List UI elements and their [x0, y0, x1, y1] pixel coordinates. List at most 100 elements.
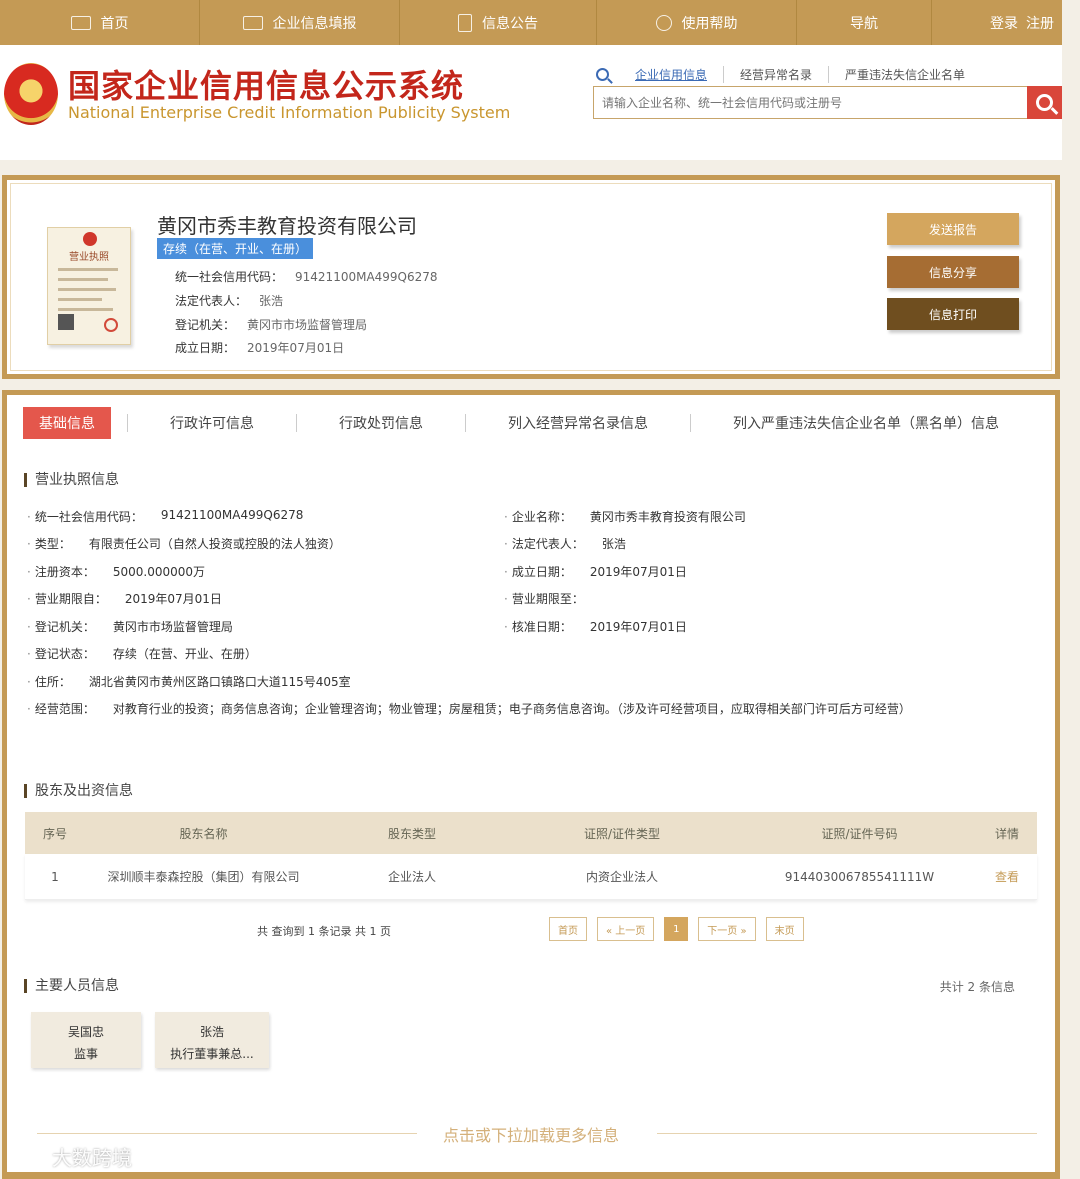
prev-page-button[interactable]: « 上一页	[597, 917, 655, 941]
col-header: 证照/证件类型	[583, 826, 661, 841]
shareholders-section-title: 股东及出资信息	[24, 784, 133, 798]
edit-icon	[242, 15, 263, 30]
cell-no: 1	[51, 869, 59, 884]
tab-admin-license[interactable]: 行政许可信息	[154, 407, 270, 439]
field-label: 成立日期：	[504, 563, 572, 580]
print-info-button[interactable]: 信息打印	[887, 298, 1019, 330]
company-name: 黄冈市秀丰教育投资有限公司	[157, 214, 417, 238]
field-label: 法定代表人：	[504, 535, 584, 552]
cell-id-no: 914403006785541111W	[784, 869, 935, 884]
field-label: 营业期限自：	[27, 590, 107, 607]
tab-basic-info[interactable]: 基础信息	[23, 407, 111, 439]
search-tab-abnormal[interactable]: 经营异常名录	[724, 66, 830, 83]
field-value: 张浩	[601, 537, 626, 551]
field-label: 核准日期：	[504, 618, 572, 635]
tab-admin-penalty[interactable]: 行政处罚信息	[323, 407, 439, 439]
search-input[interactable]	[593, 86, 1027, 119]
shareholders-table: 序号 股东名称 股东类型 证照/证件类型 证照/证件号码 详情 1 深圳顺丰泰森…	[25, 812, 1037, 900]
main-content: 营业执照信息 统一社会信用代码： 91421100MA499Q6278 企业名称：…	[2, 452, 1060, 1179]
field-scope: 经营范围： 对教育行业的投资；商务信息咨询；企业管理咨询；物业管理；房屋租赁；电子…	[27, 700, 911, 717]
nav-notice[interactable]: 信息公告	[400, 0, 597, 45]
search-tab-blacklist[interactable]: 严重违法失信企业名单	[829, 66, 981, 83]
search-tabs: 企业信用信息 经营异常名录 严重违法失信企业名单	[596, 66, 981, 83]
field-label: 类型：	[27, 535, 71, 552]
person-role: 监事	[73, 1047, 98, 1061]
cell-type: 企业法人	[387, 870, 436, 884]
legal-rep-value: 张浩	[259, 294, 284, 308]
field-value: 2019年07月01日	[589, 620, 687, 634]
search-tab-credit[interactable]: 企业信用信息	[619, 66, 725, 83]
person-card[interactable]: 张浩 执行董事兼总...	[155, 1012, 269, 1068]
persons-count: 共计 2 条信息	[939, 980, 1015, 994]
field-value: 2019年07月01日	[124, 592, 222, 606]
field-term-to: 营业期限至：	[504, 590, 602, 607]
nav-help[interactable]: 使用帮助	[597, 0, 797, 45]
national-emblem-icon	[4, 63, 58, 125]
field-label: 经营范围：	[27, 700, 95, 717]
field-value: 2019年07月01日	[589, 565, 687, 579]
credit-code-row: 统一社会信用代码： 91421100MA499Q6278	[175, 268, 438, 285]
auth-links: 登录 注册	[932, 0, 1062, 45]
records-summary: 共 查询到 1 条记录 共 1 页	[257, 925, 391, 938]
nav-home[interactable]: 首页	[0, 0, 200, 45]
document-icon	[458, 13, 472, 32]
nav-home-label: 首页	[100, 15, 129, 32]
first-page-button[interactable]: 首页	[549, 917, 587, 941]
field-credit-code: 统一社会信用代码： 91421100MA499Q6278	[27, 508, 304, 525]
site-header: 国家企业信用信息公示系统 National Enterprise Credit …	[0, 45, 1062, 160]
field-label: 营业期限至：	[504, 590, 584, 607]
info-tabs: 基础信息 行政许可信息 行政处罚信息 列入经营异常名录信息 列入严重违法失信企业…	[23, 407, 1015, 439]
field-value: 湖北省黄冈市黄州区路口镇路口大道115号405室	[88, 675, 351, 689]
founded-value: 2019年07月01日	[247, 341, 345, 355]
tab-abnormal-list[interactable]: 列入经营异常名录信息	[492, 407, 664, 439]
legal-rep-label: 法定代表人：	[175, 294, 248, 308]
field-value: 有限责任公司（自然人投资或控股的法人独资）	[88, 537, 341, 551]
person-card[interactable]: 吴国忠 监事	[31, 1012, 141, 1068]
field-value: 黄冈市市场监督管理局	[112, 620, 233, 634]
authority-row: 登记机关： 黄冈市市场监督管理局	[175, 316, 367, 333]
current-page-button[interactable]: 1	[664, 917, 689, 941]
view-detail-link[interactable]: 查看	[977, 868, 1037, 885]
credit-code-label: 统一社会信用代码：	[175, 270, 284, 284]
tab-blacklist[interactable]: 列入严重违法失信企业名单（黑名单）信息	[717, 407, 1015, 439]
field-company-name: 企业名称： 黄冈市秀丰教育投资有限公司	[504, 508, 746, 525]
search-button[interactable]	[1027, 86, 1062, 119]
register-link[interactable]: 注册	[1026, 13, 1054, 33]
field-founded: 成立日期： 2019年07月01日	[504, 563, 687, 580]
stamp-icon	[104, 318, 118, 332]
nav-help-label: 使用帮助	[681, 15, 738, 32]
col-header: 股东名称	[179, 826, 228, 841]
bottom-border	[2, 1172, 1060, 1179]
site-title: 国家企业信用信息公示系统	[68, 67, 465, 105]
nav-fill[interactable]: 企业信息填报	[200, 0, 400, 45]
tab-divider	[690, 414, 691, 432]
share-info-button[interactable]: 信息分享	[887, 256, 1019, 288]
load-more-button[interactable]: 点击或下拉加载更多信息	[7, 1122, 1055, 1146]
seal-icon	[83, 232, 97, 246]
watermark: 大数跨境	[8, 1142, 132, 1171]
tab-divider	[127, 414, 128, 432]
field-label: 登记机关：	[27, 618, 95, 635]
field-capital: 注册资本： 5000.000000万	[27, 563, 205, 580]
watermark-text: 大数跨境	[52, 1146, 132, 1170]
field-address: 住所： 湖北省黄冈市黄州区路口镇路口大道115号405室	[27, 673, 351, 690]
search-icon	[596, 68, 609, 81]
license-title: 营业执照	[69, 252, 109, 263]
nav-fill-label: 企业信息填报	[272, 15, 357, 32]
tab-divider	[465, 414, 466, 432]
next-page-button[interactable]: 下一页 »	[698, 917, 756, 941]
nav-guide[interactable]: 导航	[797, 0, 932, 45]
authority-label: 登记机关：	[175, 318, 236, 332]
login-link[interactable]: 登录	[990, 13, 1018, 33]
persons-section-title: 主要人员信息	[24, 979, 119, 993]
nav-notice-label: 信息公告	[482, 15, 538, 32]
info-tabs-bar: 基础信息 行政许可信息 行政处罚信息 列入经营异常名录信息 列入严重违法失信企业…	[2, 390, 1060, 452]
license-line	[58, 268, 118, 271]
send-report-button[interactable]: 发送报告	[887, 213, 1019, 245]
license-line	[58, 298, 102, 301]
field-label: 住所：	[27, 673, 71, 690]
last-page-button[interactable]: 末页	[765, 917, 804, 941]
field-value: 黄冈市秀丰教育投资有限公司	[589, 510, 746, 524]
field-value: 91421100MA499Q6278	[160, 508, 304, 522]
person-name: 张浩	[199, 1025, 224, 1039]
